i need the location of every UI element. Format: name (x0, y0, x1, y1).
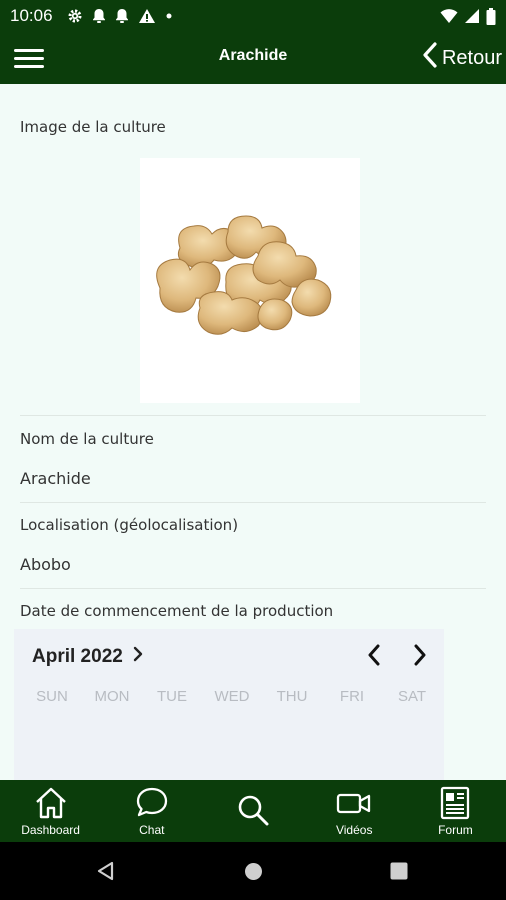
status-system-icons (440, 7, 496, 25)
newspaper-icon (437, 786, 473, 820)
weekday-label: MON (94, 688, 130, 705)
weekday-label: SAT (397, 688, 427, 705)
dot-icon (165, 12, 173, 20)
recents-square-icon[interactable] (390, 862, 408, 884)
video-icon (335, 786, 373, 820)
warning-icon (138, 8, 156, 24)
nav-dashboard-label: Dashboard (21, 823, 80, 837)
signal-icon (464, 8, 480, 24)
nav-chat[interactable]: Chat (101, 780, 202, 842)
status-bar: 10:06 (0, 0, 506, 32)
nav-dashboard[interactable]: Dashboard (0, 780, 101, 842)
name-value: Arachide (20, 469, 91, 488)
status-notification-icons (67, 8, 173, 24)
nav-search[interactable] (202, 780, 303, 842)
next-month-button[interactable] (406, 643, 434, 671)
weekday-label: THU (276, 688, 308, 705)
status-time: 10:06 (10, 6, 53, 25)
start-date-label: Date de commencement de la production (20, 602, 334, 620)
crop-detail-form: Image de la culture Nom de la culture Ar… (0, 84, 506, 789)
chat-icon (134, 786, 170, 820)
chevron-right-icon (133, 646, 143, 668)
chevron-right-icon (413, 644, 427, 670)
app-bar: Arachide Retour (0, 32, 506, 84)
home-icon (33, 786, 69, 820)
back-button[interactable]: Retour (422, 42, 502, 74)
bell-icon (115, 8, 129, 24)
weekday-label: FRI (339, 688, 365, 705)
gear-icon (67, 8, 83, 24)
back-triangle-icon[interactable] (96, 861, 116, 885)
name-label: Nom de la culture (20, 430, 154, 448)
back-button-label: Retour (441, 46, 502, 69)
system-navigation-bar (0, 842, 506, 900)
nav-forum[interactable]: Forum (405, 780, 506, 842)
wifi-icon (440, 8, 458, 24)
divider (20, 502, 486, 503)
image-label: Image de la culture (20, 118, 166, 136)
chevron-left-icon (422, 42, 438, 74)
weekday-label: WED (214, 688, 250, 705)
nav-chat-label: Chat (139, 823, 165, 837)
date-picker-calendar[interactable]: April 2022 SUN MON TUE WED THU FRI SAT (14, 629, 444, 789)
month-selector[interactable]: April 2022 (32, 646, 143, 668)
nav-videos-label: Vidéos (335, 823, 373, 837)
divider (20, 588, 486, 589)
home-circle-icon[interactable] (244, 862, 263, 885)
divider (20, 415, 486, 416)
nav-forum-label: Forum (438, 823, 473, 837)
bell-icon (92, 8, 106, 24)
previous-month-button[interactable] (360, 643, 388, 671)
nav-videos[interactable]: Vidéos (304, 780, 405, 842)
bottom-navigation: Dashboard Chat Vidéos Forum (0, 780, 506, 842)
calendar-month-year: April 2022 (32, 646, 123, 667)
location-value: Abobo (20, 555, 71, 574)
search-icon (235, 793, 271, 827)
peanut-image (156, 215, 332, 335)
location-label: Localisation (géolocalisation) (20, 516, 239, 534)
weekday-label: SUN (36, 688, 68, 705)
battery-icon (486, 7, 496, 25)
crop-image (140, 158, 360, 403)
chevron-left-icon (367, 644, 381, 670)
weekday-label: TUE (157, 688, 187, 705)
weekday-header: SUN MON TUE WED THU FRI SAT (22, 688, 442, 705)
